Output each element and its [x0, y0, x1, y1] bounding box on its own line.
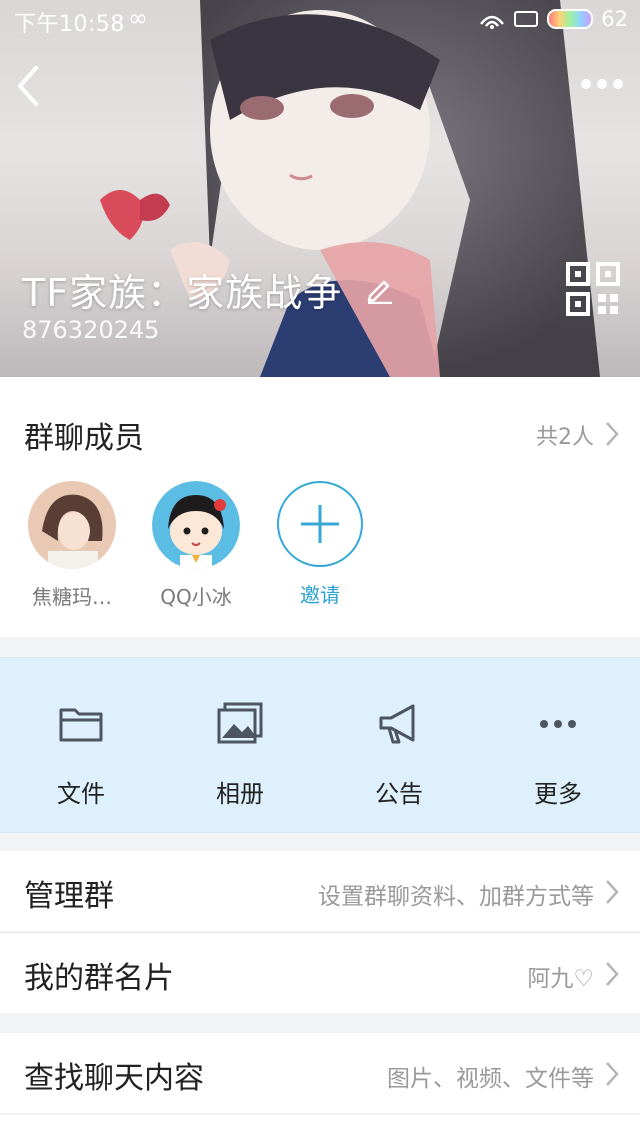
album-icon	[217, 702, 263, 744]
plus-icon	[301, 505, 339, 543]
battery-icon	[547, 9, 594, 29]
member-avatar[interactable]	[152, 481, 240, 569]
folder-icon	[59, 708, 103, 742]
wifi-icon	[480, 15, 505, 29]
edit-pencil-icon[interactable]	[364, 274, 394, 304]
status-icons: 62	[479, 7, 628, 31]
invite-circle[interactable]	[277, 481, 363, 567]
members-title: 群聊成员	[24, 421, 144, 456]
group-id: 876320245	[22, 316, 160, 344]
action-label: 更多	[534, 780, 582, 808]
qr-code-icon[interactable]	[566, 262, 620, 316]
row-value: 设置群聊资料、加群方式等	[318, 884, 594, 910]
row-next[interactable]	[0, 1115, 640, 1138]
action-label: 文件	[57, 780, 105, 808]
action-album[interactable]: 相册	[180, 700, 300, 809]
status-time: 下午10:58	[14, 12, 125, 37]
megaphone-icon	[379, 704, 415, 744]
row-search-chat[interactable]: 查找聊天内容 图片、视频、文件等	[0, 1033, 640, 1113]
action-label: 相册	[216, 780, 264, 808]
row-manage-group[interactable]: 管理群 设置群聊资料、加群方式等	[0, 851, 640, 931]
row-value: 阿九♡	[527, 966, 594, 992]
avatar-photo-icon	[28, 481, 116, 569]
member-avatar[interactable]	[28, 481, 116, 569]
row-title: 查找聊天内容	[24, 1061, 204, 1096]
group-header: 下午10:58 ∞ 62 TF家族：家族战争 876320245	[0, 0, 640, 377]
chevron-right-icon	[606, 880, 619, 904]
row-my-card[interactable]: 我的群名片 阿九♡	[0, 933, 640, 1013]
more-options-icon[interactable]	[580, 72, 624, 96]
member-name: 焦糖玛…	[32, 585, 112, 609]
screen-icon	[514, 11, 539, 27]
members-count[interactable]: 共2人	[536, 419, 594, 451]
battery-level: 62	[601, 7, 628, 31]
invite-label: 邀请	[300, 583, 340, 607]
members-section: 群聊成员 共2人 焦糖玛… QQ小冰 邀请	[0, 377, 640, 637]
action-label: 公告	[375, 780, 423, 808]
loop-icon: ∞	[128, 4, 148, 32]
back-arrow-icon[interactable]	[12, 62, 48, 110]
chevron-right-icon	[606, 962, 619, 986]
status-bar: 下午10:58 ∞ 62	[0, 0, 640, 40]
invite-button[interactable]: 邀请	[265, 481, 375, 608]
group-name: TF家族：家族战争	[22, 271, 343, 315]
member-item[interactable]: QQ小冰	[141, 481, 251, 610]
avatar-cartoon-icon	[152, 481, 240, 569]
member-name: QQ小冰	[160, 585, 232, 609]
action-grid: 文件 相册 公告 更多	[0, 657, 640, 833]
action-announcement[interactable]: 公告	[339, 700, 459, 809]
action-more[interactable]: 更多	[498, 700, 618, 809]
row-value: 图片、视频、文件等	[387, 1066, 594, 1092]
member-item[interactable]: 焦糖玛…	[17, 481, 127, 610]
row-title: 我的群名片	[24, 961, 174, 996]
chevron-right-icon[interactable]	[604, 421, 620, 447]
row-title: 管理群	[24, 879, 114, 914]
chevron-right-icon	[606, 1062, 619, 1086]
more-dots-icon	[540, 720, 576, 728]
action-files[interactable]: 文件	[21, 700, 141, 809]
